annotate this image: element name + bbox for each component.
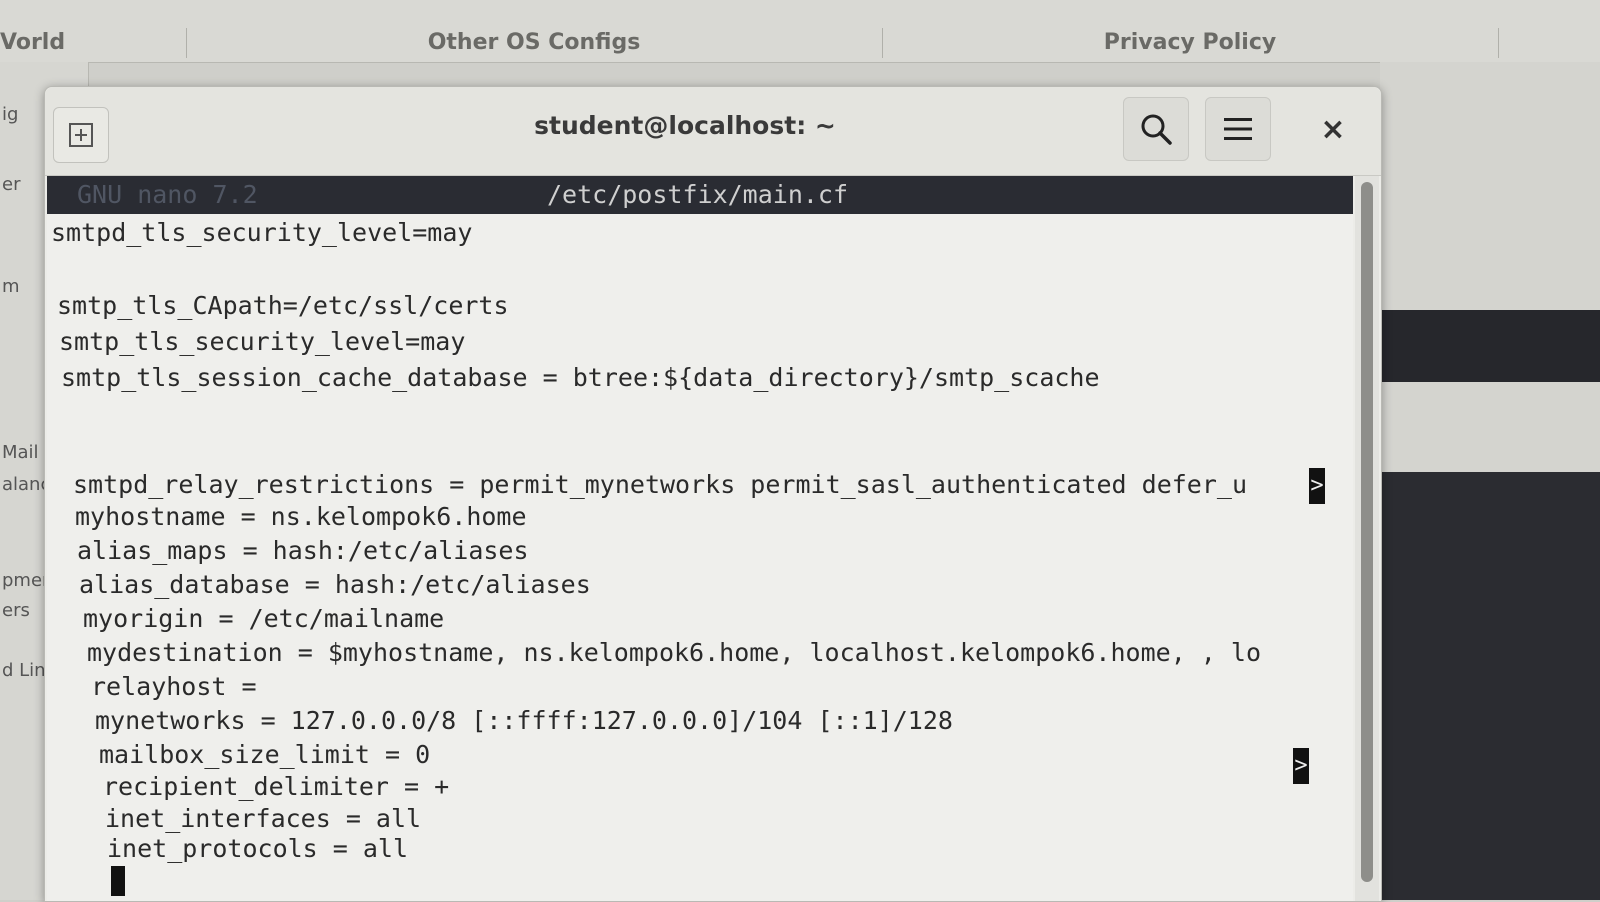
nano-header-bar: GNU nano 7.2 /etc/postfix/main.cf xyxy=(47,176,1353,214)
background-sidebar-item[interactable]: Mail xyxy=(2,442,39,463)
config-line: alias_maps = hash:/etc/aliases xyxy=(77,536,529,565)
scrollbar-thumb[interactable] xyxy=(1361,182,1373,882)
config-line: smtpd_tls_security_level=may xyxy=(51,218,473,247)
config-line: recipient_delimiter = + xyxy=(103,772,450,801)
window-title: student@localhost: ~ xyxy=(534,111,836,140)
config-line: smtpd_relay_restrictions = permit_mynetw… xyxy=(73,470,1247,499)
background-tab-other-os-configs[interactable]: Other OS Configs xyxy=(186,28,883,58)
terminal-content[interactable]: GNU nano 7.2 /etc/postfix/main.cf smtpd_… xyxy=(47,176,1353,901)
config-line: mydestination = $myhostname, ns.kelompok… xyxy=(87,638,1261,667)
line-overflow-marker: > xyxy=(1309,468,1325,504)
config-line: inet_interfaces = all xyxy=(105,804,422,833)
terminal-scrollbar[interactable] xyxy=(1355,176,1379,901)
new-tab-icon xyxy=(69,123,93,147)
close-icon: × xyxy=(1320,111,1346,147)
background-sidebar-item[interactable]: ig xyxy=(2,104,18,125)
text-cursor xyxy=(111,866,125,896)
config-line: smtp_tls_security_level=may xyxy=(59,327,466,356)
background-tab-privacy-policy[interactable]: Privacy Policy xyxy=(882,28,1499,58)
config-line: smtp_tls_session_cache_database = btree:… xyxy=(61,363,1100,392)
nano-version: GNU nano 7.2 xyxy=(77,180,258,209)
background-dark-bar xyxy=(1380,310,1600,382)
config-line: alias_database = hash:/etc/aliases xyxy=(79,570,591,599)
background-dark-panel xyxy=(1360,472,1600,900)
terminal-window: student@localhost: ~ × GNU nano 7.2 /etc… xyxy=(44,86,1382,902)
hamburger-menu-icon xyxy=(1224,118,1252,140)
background-sidebar-item[interactable]: er xyxy=(2,174,20,195)
config-line: mailbox_size_limit = 0 xyxy=(99,740,431,769)
terminal-titlebar: student@localhost: ~ × xyxy=(45,87,1381,176)
config-line: myorigin = /etc/mailname xyxy=(83,604,445,633)
search-button[interactable] xyxy=(1123,97,1189,161)
config-line: inet_protocols = all xyxy=(107,834,409,863)
background-sidebar-item[interactable]: ers xyxy=(2,600,30,621)
background-sidebar-item[interactable]: m xyxy=(2,276,20,297)
new-tab-button[interactable] xyxy=(53,107,109,163)
search-icon xyxy=(1141,114,1172,145)
close-button[interactable]: × xyxy=(1307,103,1359,155)
background-tab-world[interactable]: Vorld xyxy=(0,28,187,58)
line-overflow-marker: > xyxy=(1293,748,1309,784)
menu-button[interactable] xyxy=(1205,97,1271,161)
config-line: relayhost = xyxy=(91,672,257,701)
config-line: myhostname = ns.kelompok6.home xyxy=(75,502,527,531)
config-line: mynetworks = 127.0.0.0/8 [::ffff:127.0.0… xyxy=(95,706,953,735)
background-browser-tabbar: Vorld Other OS Configs Privacy Policy xyxy=(0,0,1600,63)
nano-filename: /etc/postfix/main.cf xyxy=(547,180,849,209)
config-line: smtp_tls_CApath=/etc/ssl/certs xyxy=(57,291,509,320)
